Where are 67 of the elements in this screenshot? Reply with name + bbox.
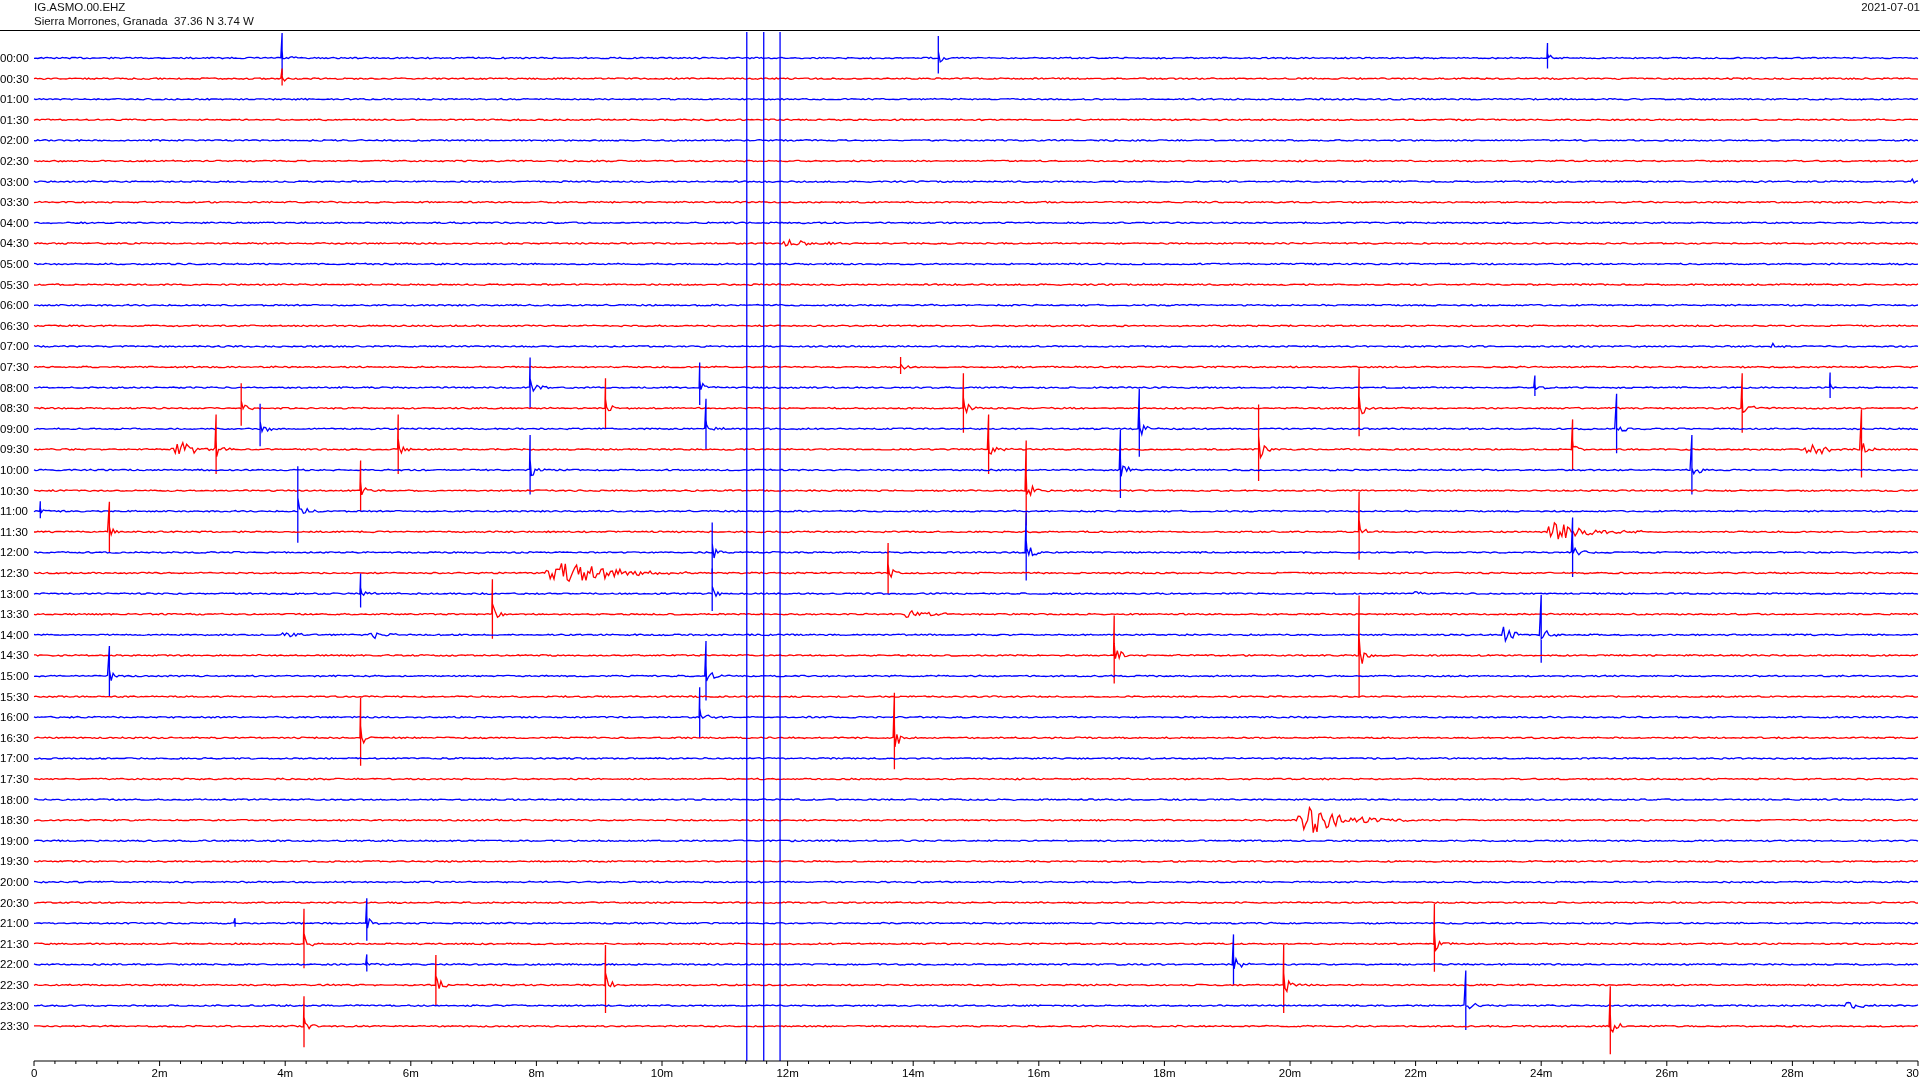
time-label: 14:00	[0, 628, 29, 641]
time-label: 09:00	[0, 422, 29, 435]
time-label: 20:30	[0, 896, 29, 909]
axis-tick-label: 14m	[902, 1067, 925, 1079]
time-label: 00:00	[0, 52, 29, 64]
time-label: 10:30	[0, 484, 29, 497]
axis-tick-label: 12m	[776, 1067, 799, 1079]
time-label: 23:30	[0, 1020, 29, 1033]
time-label: 03:30	[0, 196, 29, 209]
axis-tick-label: 2m	[151, 1067, 168, 1079]
time-label: 04:30	[0, 237, 29, 250]
time-label: 18:30	[0, 814, 29, 827]
axis-tick-label: 24m	[1530, 1067, 1553, 1079]
time-label: 15:30	[0, 690, 29, 703]
time-label: 10:00	[0, 464, 29, 476]
time-label: 02:30	[0, 155, 29, 167]
time-label: 04:00	[0, 216, 29, 229]
time-label: 13:00	[0, 587, 29, 600]
axis-tick-label: 16m	[1027, 1067, 1050, 1079]
time-label: 07:00	[0, 340, 29, 353]
time-label: 19:30	[0, 855, 29, 868]
axis-tick-label: 22m	[1404, 1067, 1427, 1079]
time-label: 06:30	[0, 319, 29, 332]
axis-tick-label: 28m	[1781, 1067, 1804, 1079]
time-label: 08:30	[0, 402, 29, 415]
axis-tick-label: 8m	[528, 1067, 545, 1079]
time-label: 13:30	[0, 608, 29, 621]
time-label: 00:30	[0, 72, 29, 85]
time-label: 17:30	[0, 773, 29, 785]
station-location: Sierra Morrones, Granada 37.36 N 3.74 W	[34, 14, 254, 28]
axis-tick-label: 26m	[1655, 1067, 1678, 1079]
time-label: 01:00	[0, 93, 29, 106]
axis-tick-label: 30	[1906, 1067, 1919, 1079]
time-label: 08:00	[0, 381, 29, 394]
axis-tick-label: 0	[31, 1067, 38, 1079]
time-label: 18:00	[0, 793, 29, 806]
time-label: 07:30	[0, 361, 29, 373]
time-label: 20:00	[0, 876, 29, 888]
axis-tick-label: 10m	[650, 1067, 674, 1079]
axis-tick-label: 4m	[277, 1067, 294, 1079]
time-label: 15:00	[0, 670, 29, 682]
time-label: 19:00	[0, 834, 29, 847]
time-label: 05:30	[0, 278, 29, 291]
time-label: 12:00	[0, 546, 29, 559]
time-label: 22:00	[0, 958, 29, 971]
station-title: IG.ASMO.00.EHZ	[34, 0, 127, 14]
time-label: 02:00	[0, 134, 29, 147]
time-label: 16:00	[0, 711, 29, 724]
time-label: 22:30	[0, 979, 29, 991]
axis-tick-label: 6m	[402, 1067, 419, 1079]
time-label: 21:30	[0, 937, 29, 950]
time-label: 01:30	[0, 113, 29, 126]
time-label: 03:00	[0, 175, 29, 188]
time-label: 11:30	[0, 525, 28, 538]
time-label: 05:00	[0, 258, 29, 270]
time-label: 21:00	[0, 917, 29, 930]
time-label: 09:30	[0, 443, 29, 456]
axis-tick-label: 18m	[1153, 1067, 1176, 1079]
time-label: 23:00	[0, 999, 29, 1012]
axis-tick-label: 20m	[1278, 1067, 1302, 1079]
time-label: 16:30	[0, 731, 29, 744]
date-label: 2021-07-01	[1861, 0, 1920, 14]
time-label: 11:00	[0, 505, 28, 518]
time-label: 14:30	[0, 649, 29, 662]
time-label: 17:00	[0, 752, 29, 765]
time-label: 12:30	[0, 567, 29, 579]
time-label: 06:00	[0, 299, 29, 312]
